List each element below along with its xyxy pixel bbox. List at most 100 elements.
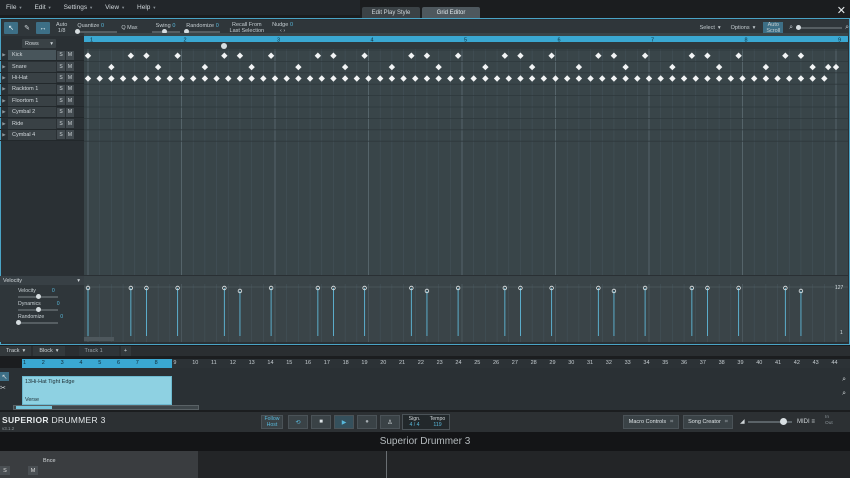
macro-controls-button[interactable]: Macro Controls ⌗ — [623, 415, 679, 429]
instrument-row[interactable]: ▶ Snare S M — [0, 61, 84, 73]
close-icon[interactable]: ✕ — [837, 4, 846, 17]
instrument-row[interactable]: ▶ Cymbal 4SM — [0, 129, 84, 142]
zoom-in-icon[interactable]: ⌕ — [845, 24, 849, 32]
song-scissors-icon[interactable]: ✂ — [0, 384, 10, 392]
loop-icon[interactable]: ⟲ — [288, 415, 308, 429]
menu-edit[interactable]: Edit ▼ — [28, 4, 57, 11]
song-zoom-out-icon[interactable]: ⌕ — [842, 390, 846, 398]
solo-button[interactable]: S — [57, 50, 65, 60]
tempo-display[interactable]: Tempo 119 — [426, 415, 449, 429]
instrument-name[interactable]: Cymbal 2 — [8, 107, 56, 118]
velocity-header[interactable]: Velocity ▾ — [0, 276, 84, 285]
velocity-control-knob[interactable] — [36, 307, 41, 312]
instrument-name[interactable]: Ride — [8, 118, 56, 129]
mute-button[interactable]: M — [66, 107, 74, 117]
grid-canvas[interactable]: 1 2 3 4 5 6 7 8 9 — [84, 33, 848, 275]
signature-tempo-box[interactable]: Sign. 4 / 4 Tempo 119 — [402, 414, 450, 430]
velocity-control-knob[interactable] — [16, 320, 21, 325]
stop-icon[interactable]: ■ — [311, 415, 331, 429]
song-zoom-in-icon[interactable]: ⌕ — [842, 376, 846, 384]
velocity-canvas[interactable]: 127 1 — [84, 276, 848, 342]
solo-button[interactable]: S — [57, 62, 65, 72]
zoom-slider[interactable] — [796, 25, 843, 30]
instrument-row[interactable]: ▶ Hi-Hat S M — [0, 72, 84, 85]
mute-button[interactable]: M — [66, 119, 74, 129]
follow-host-button[interactable]: Follow Host — [261, 415, 283, 429]
arrow-tool-icon[interactable]: ↖ — [4, 22, 18, 34]
song-scrollbar-thumb[interactable] — [16, 406, 52, 409]
solo-button[interactable]: S — [57, 130, 65, 140]
swing-control[interactable]: Swing 0 — [151, 23, 180, 34]
quantize-control[interactable]: Quantize 0 — [75, 23, 118, 34]
qmax-button[interactable]: Q Max — [121, 25, 137, 31]
solo-button[interactable]: S — [57, 96, 65, 106]
velocity-control-slider[interactable] — [18, 294, 58, 299]
menu-help[interactable]: Help ▼ — [131, 4, 162, 11]
instrument-row[interactable]: ▶ Cymbal 2SM — [0, 107, 84, 119]
solo-button[interactable]: S — [57, 107, 65, 117]
metronome-icon[interactable]: ♙ — [380, 415, 400, 429]
instrument-name[interactable]: Kick — [8, 50, 56, 61]
range-tool-icon[interactable]: ↔ — [36, 22, 50, 34]
zoom-out-icon[interactable]: ⌕ — [789, 24, 793, 32]
menu-settings[interactable]: Settings ▼ — [58, 4, 99, 11]
midi-indicator[interactable]: MIDI ≡ — [797, 419, 815, 425]
play-icon[interactable]: ▶ — [334, 415, 354, 429]
expand-arrow-icon[interactable]: ▶ — [0, 109, 8, 115]
track-1-tab[interactable]: Track 1 — [78, 346, 119, 356]
instrument-row[interactable]: ▶ Floortom 1SM — [0, 95, 84, 107]
instrument-name[interactable]: Snare — [8, 61, 56, 72]
quantize-knob[interactable] — [75, 29, 81, 34]
auto-quantize-dropdown[interactable]: Auto 1/8 — [56, 22, 67, 34]
mute-button[interactable]: M — [66, 84, 74, 94]
velocity-control[interactable]: Dynamics 0 — [18, 301, 84, 312]
mute-button[interactable]: M — [66, 96, 74, 106]
instrument-name[interactable]: Floortom 1 — [8, 95, 56, 106]
song-scrollbar[interactable] — [13, 405, 199, 410]
expand-arrow-icon[interactable]: ▶ — [0, 132, 8, 138]
expand-arrow-icon[interactable]: ▶ — [0, 75, 8, 81]
expand-arrow-icon[interactable]: ▶ — [0, 86, 8, 92]
signature-display[interactable]: Sign. 4 / 4 — [403, 415, 426, 429]
menu-file[interactable]: File ▼ — [0, 4, 28, 11]
velocity-control-slider[interactable] — [16, 320, 58, 325]
mute-button[interactable]: M — [66, 50, 74, 60]
instrument-row[interactable]: ▶ Ride S M — [0, 118, 84, 130]
song-arrow-tool-icon[interactable]: ↖ — [0, 372, 9, 381]
zoom-knob[interactable] — [796, 25, 802, 30]
expand-arrow-icon[interactable]: ▶ — [0, 121, 8, 127]
expand-arrow-icon[interactable]: ▶ — [0, 52, 8, 58]
note-grid[interactable]: 1 2 3 4 5 6 7 8 9 — [84, 33, 848, 275]
velocity-control-slider[interactable] — [18, 307, 58, 312]
options-dropdown[interactable]: Options ▾ — [731, 25, 756, 31]
instrument-row[interactable]: ▶ Racktom 1SM — [0, 84, 84, 96]
add-track-icon[interactable]: + — [120, 346, 131, 356]
pencil-tool-icon[interactable]: ✎ — [20, 22, 34, 34]
song-creator-button[interactable]: Song Creator ⌗ — [683, 415, 733, 429]
solo-button[interactable]: S — [57, 119, 65, 129]
expand-arrow-icon[interactable]: ▶ — [0, 98, 8, 104]
rows-dropdown[interactable]: Rows ▾ — [22, 39, 56, 48]
instrument-name[interactable]: Cymbal 4 — [8, 129, 56, 140]
menu-view[interactable]: View ▼ — [99, 4, 131, 11]
mute-button[interactable]: M — [66, 62, 74, 72]
instrument-name[interactable]: Hi-Hat — [8, 72, 56, 83]
velocity-lane[interactable]: 127 1 — [84, 276, 848, 342]
track-dropdown[interactable]: Track ▾ — [0, 346, 32, 356]
instrument-name[interactable]: Racktom 1 — [8, 84, 56, 95]
host-mute-button[interactable]: M — [28, 466, 38, 475]
velocity-control[interactable]: Randomize 0 — [16, 314, 84, 325]
expand-arrow-icon[interactable]: ▶ — [0, 64, 8, 70]
mute-button[interactable]: M — [66, 130, 74, 140]
mute-button[interactable]: M — [66, 73, 74, 83]
instrument-row[interactable]: ▶ Kick S M — [0, 50, 84, 62]
velocity-control[interactable]: Velocity 0 — [18, 288, 84, 299]
record-icon[interactable]: ● — [357, 415, 377, 429]
solo-button[interactable]: S — [57, 73, 65, 83]
randomize-control[interactable]: Randomize 0 — [183, 23, 220, 34]
volume-knob[interactable] — [780, 418, 787, 425]
solo-button[interactable]: S — [57, 84, 65, 94]
song-block[interactable]: 13Hi-Hat Tight Edge Verse — [22, 376, 172, 405]
host-solo-button[interactable]: S — [0, 466, 10, 475]
select-dropdown[interactable]: Select ▾ — [700, 25, 721, 31]
